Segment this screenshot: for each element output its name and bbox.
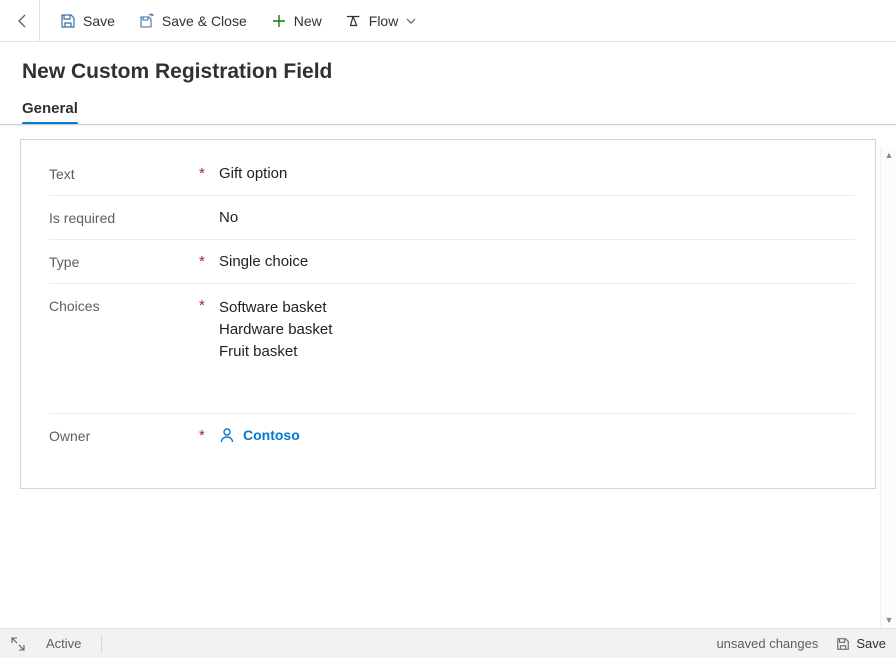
- new-label: New: [294, 13, 322, 29]
- required-indicator: *: [199, 427, 219, 444]
- divider: [101, 636, 102, 652]
- field-is-required-label: Is required: [49, 209, 199, 226]
- scroll-down-icon[interactable]: ▼: [881, 612, 896, 628]
- owner-name: Contoso: [243, 427, 300, 443]
- save-close-icon: [139, 13, 155, 29]
- field-choices[interactable]: Choices * Software basket Hardware baske…: [49, 284, 855, 414]
- choice-item: Software basket: [219, 297, 855, 319]
- flow-icon: [346, 13, 362, 29]
- choice-item: Fruit basket: [219, 341, 855, 363]
- scroll-up-icon[interactable]: ▲: [881, 147, 896, 163]
- field-type[interactable]: Type * Single choice: [49, 240, 855, 284]
- back-button[interactable]: [6, 0, 40, 42]
- page-header: New Custom Registration Field General: [0, 42, 896, 124]
- field-type-value: Single choice: [219, 253, 855, 270]
- scrollbar[interactable]: ▲ ▼: [880, 147, 896, 628]
- save-icon: [60, 13, 76, 29]
- footer-save-label: Save: [856, 636, 886, 651]
- tab-list: General: [22, 100, 874, 124]
- unsaved-indicator: unsaved changes: [716, 636, 818, 651]
- save-button[interactable]: Save: [50, 7, 125, 35]
- status-bar: Active unsaved changes Save: [0, 628, 896, 658]
- form-content: Text * Gift option Is required No Type *…: [0, 124, 896, 489]
- plus-icon: [271, 13, 287, 29]
- field-is-required[interactable]: Is required No: [49, 196, 855, 240]
- chevron-down-icon: [405, 15, 417, 27]
- save-close-label: Save & Close: [162, 13, 247, 29]
- expand-button[interactable]: [10, 636, 26, 652]
- flow-label: Flow: [369, 13, 399, 29]
- new-button[interactable]: New: [261, 7, 332, 35]
- field-choices-label: Choices: [49, 297, 199, 314]
- field-owner-value: Contoso: [219, 427, 855, 447]
- required-indicator: *: [199, 253, 219, 270]
- field-text[interactable]: Text * Gift option: [49, 152, 855, 196]
- field-type-label: Type: [49, 253, 199, 270]
- expand-icon: [11, 637, 25, 651]
- owner-lookup[interactable]: Contoso: [219, 427, 300, 443]
- choice-item: Hardware basket: [219, 319, 855, 341]
- save-label: Save: [83, 13, 115, 29]
- command-bar: Save Save & Close New Flow: [0, 0, 896, 42]
- field-text-value: Gift option: [219, 165, 855, 182]
- record-status: Active: [46, 636, 81, 651]
- footer-save-button[interactable]: Save: [836, 636, 886, 651]
- save-icon: [836, 637, 850, 651]
- flow-button[interactable]: Flow: [336, 7, 428, 35]
- field-text-label: Text: [49, 165, 199, 182]
- field-choices-value: Software basket Hardware basket Fruit ba…: [219, 297, 855, 363]
- page-title: New Custom Registration Field: [22, 60, 874, 84]
- field-owner[interactable]: Owner * Contoso: [49, 414, 855, 460]
- required-indicator: *: [199, 165, 219, 182]
- form-card: Text * Gift option Is required No Type *…: [20, 139, 876, 489]
- required-indicator: *: [199, 297, 219, 314]
- tab-general[interactable]: General: [22, 100, 78, 123]
- field-is-required-value: No: [219, 209, 855, 226]
- field-owner-label: Owner: [49, 427, 199, 444]
- person-icon: [219, 427, 235, 443]
- save-close-button[interactable]: Save & Close: [129, 7, 257, 35]
- arrow-left-icon: [15, 13, 31, 29]
